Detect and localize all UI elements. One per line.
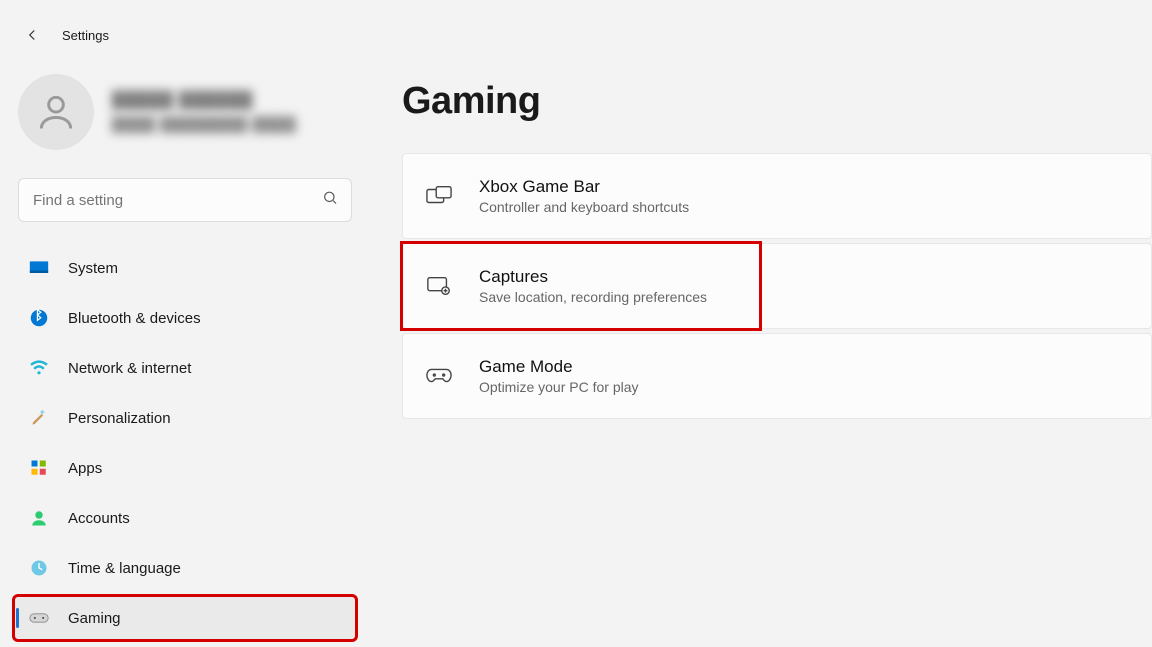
display-icon (28, 257, 50, 279)
card-subtitle: Controller and keyboard shortcuts (479, 199, 689, 215)
sidebar-item-bluetooth[interactable]: Bluetooth & devices (14, 296, 356, 340)
game-bar-icon (425, 182, 453, 210)
sidebar-item-label: Gaming (68, 610, 121, 627)
gamepad-icon (28, 607, 50, 629)
main-panel: Gaming Xbox Game Bar Controller and keyb… (370, 52, 1152, 640)
apps-icon (28, 457, 50, 479)
sidebar-item-time-language[interactable]: Time & language (14, 546, 356, 590)
nav-list: System Bluetooth & devices Network & int… (12, 246, 358, 640)
card-title: Xbox Game Bar (479, 177, 689, 197)
sidebar: █████ ██████ ████ ████████ ████ System (0, 52, 370, 640)
card-title: Captures (479, 267, 707, 287)
sidebar-item-label: Apps (68, 460, 102, 477)
sidebar-item-label: Time & language (68, 560, 181, 577)
paintbrush-icon (28, 407, 50, 429)
page-title: Gaming (402, 80, 1152, 123)
search-icon (322, 190, 338, 211)
clock-globe-icon (28, 557, 50, 579)
card-subtitle: Optimize your PC for play (479, 379, 639, 395)
sidebar-item-label: Network & internet (68, 360, 191, 377)
sidebar-item-label: Personalization (68, 410, 171, 427)
sidebar-item-label: Bluetooth & devices (68, 310, 201, 327)
sidebar-item-gaming[interactable]: Gaming (14, 596, 356, 640)
sidebar-item-apps[interactable]: Apps (14, 446, 356, 490)
wifi-icon (28, 357, 50, 379)
profile-block[interactable]: █████ ██████ ████ ████████ ████ (12, 70, 358, 168)
app-title: Settings (62, 28, 109, 43)
controller-icon (425, 362, 453, 390)
search-input[interactable] (18, 178, 352, 222)
person-icon (28, 507, 50, 529)
card-title: Game Mode (479, 357, 639, 377)
profile-name: █████ ██████ (112, 92, 296, 110)
card-game-mode[interactable]: Game Mode Optimize your PC for play (402, 333, 1152, 419)
title-bar: Settings (0, 0, 1152, 52)
sidebar-item-personalization[interactable]: Personalization (14, 396, 356, 440)
sidebar-item-system[interactable]: System (14, 246, 356, 290)
sidebar-item-accounts[interactable]: Accounts (14, 496, 356, 540)
search-wrap (18, 178, 352, 222)
card-captures[interactable]: Captures Save location, recording prefer… (402, 243, 1152, 329)
sidebar-item-label: Accounts (68, 510, 130, 527)
sidebar-item-network[interactable]: Network & internet (14, 346, 356, 390)
sidebar-item-label: System (68, 260, 118, 277)
avatar (18, 74, 94, 150)
card-xbox-game-bar[interactable]: Xbox Game Bar Controller and keyboard sh… (402, 153, 1152, 239)
profile-email: ████ ████████ ████ (112, 116, 296, 132)
back-button[interactable] (22, 25, 42, 45)
bluetooth-icon (28, 307, 50, 329)
card-subtitle: Save location, recording preferences (479, 289, 707, 305)
captures-icon (425, 272, 453, 300)
